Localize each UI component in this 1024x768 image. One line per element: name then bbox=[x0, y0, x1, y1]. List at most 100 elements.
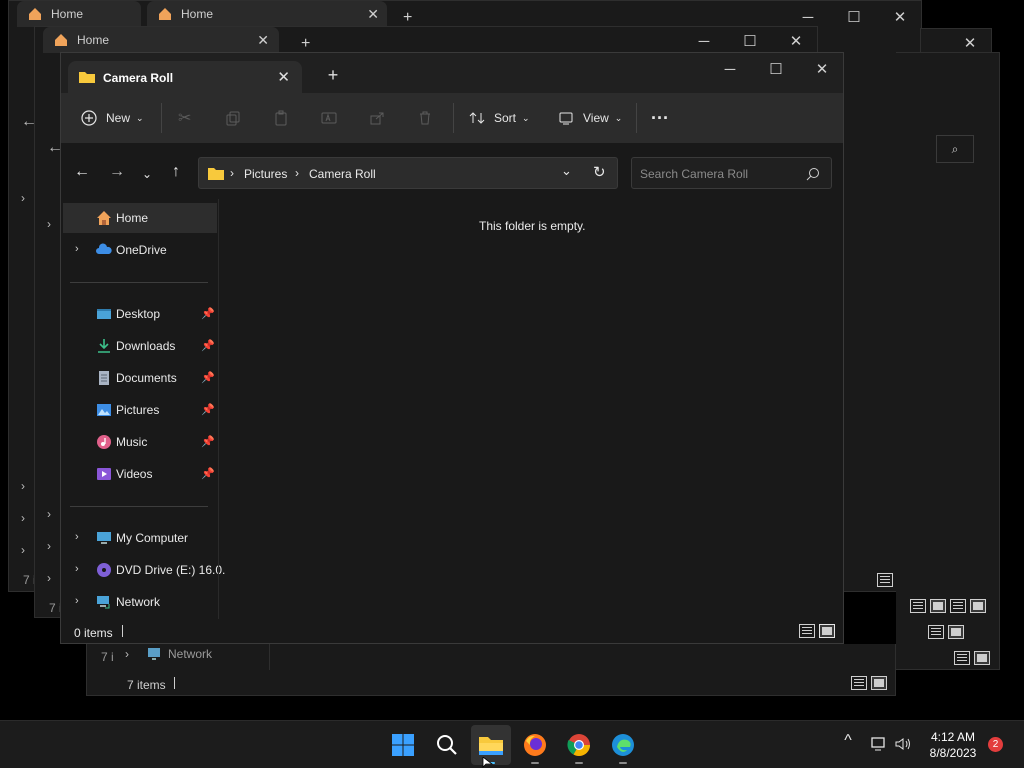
chevron-right-icon[interactable]: › bbox=[75, 531, 79, 543]
back-icon[interactable]: ← bbox=[71, 163, 93, 181]
chevron-right-icon[interactable]: › bbox=[21, 479, 25, 493]
details-view-icon[interactable] bbox=[910, 599, 926, 613]
close-tab-icon[interactable]: ✕ bbox=[277, 68, 290, 86]
maximize-button[interactable]: ☐ bbox=[831, 1, 877, 33]
rename-button[interactable] bbox=[321, 93, 337, 143]
minimize-button[interactable]: ─ bbox=[707, 53, 753, 85]
breadcrumb-camera-roll[interactable]: Camera Roll bbox=[309, 167, 376, 181]
chevron-right-icon[interactable]: › bbox=[47, 539, 51, 553]
more-options-button[interactable]: ··· bbox=[651, 93, 669, 143]
status-text: 7 items bbox=[127, 678, 166, 692]
status-divider bbox=[122, 625, 123, 637]
pin-icon[interactable]: 📌 bbox=[201, 435, 215, 448]
pin-icon[interactable]: 📌 bbox=[201, 339, 215, 352]
notification-badge[interactable]: 2 bbox=[988, 737, 1003, 752]
sidebar-item-videos[interactable]: Videos 📌 bbox=[63, 459, 217, 489]
tiles-view-icon[interactable] bbox=[970, 599, 986, 613]
firefox-taskbar-button[interactable] bbox=[515, 725, 555, 765]
recent-locations-icon[interactable]: ⌄ bbox=[136, 167, 158, 181]
details-view-icon[interactable] bbox=[928, 625, 944, 639]
sidebar-item-desktop[interactable]: Desktop 📌 bbox=[63, 299, 217, 329]
new-tab-icon[interactable]: + bbox=[403, 9, 412, 27]
new-tab-icon[interactable]: + bbox=[323, 65, 343, 86]
paste-button[interactable] bbox=[273, 93, 289, 143]
chevron-right-icon[interactable]: › bbox=[75, 243, 79, 255]
chevron-right-icon[interactable]: › bbox=[47, 507, 51, 521]
tiles-view-icon[interactable] bbox=[948, 625, 964, 639]
sidebar-item-home[interactable]: Home bbox=[63, 203, 217, 233]
sidebar-item-label: My Computer bbox=[116, 531, 189, 545]
chevron-right-icon[interactable]: › bbox=[21, 511, 25, 525]
chrome-taskbar-button[interactable] bbox=[559, 725, 599, 765]
cut-button[interactable]: ✂ bbox=[178, 93, 191, 143]
start-button[interactable] bbox=[383, 725, 423, 765]
chevron-down-icon[interactable]: ⌄ bbox=[561, 163, 572, 179]
volume-icon[interactable] bbox=[894, 736, 912, 752]
sidebar-item-my-computer[interactable]: › My Computer bbox=[63, 523, 217, 553]
breadcrumb-pictures[interactable]: Pictures bbox=[244, 167, 287, 181]
sidebar-item-music[interactable]: Music 📌 bbox=[63, 427, 217, 457]
tiles-view-icon[interactable] bbox=[930, 599, 946, 613]
show-hidden-icons-button[interactable]: ^ bbox=[838, 732, 858, 750]
tiles-view-icon[interactable] bbox=[974, 651, 990, 665]
folder-icon bbox=[479, 737, 503, 755]
address-bar[interactable]: › Pictures › Camera Roll ⌄ ↻ bbox=[198, 157, 618, 189]
chevron-right-icon[interactable]: › bbox=[21, 191, 25, 205]
details-view-icon[interactable] bbox=[851, 676, 867, 690]
content-area[interactable]: This folder is empty. bbox=[219, 205, 843, 619]
chevron-right-icon[interactable]: › bbox=[47, 217, 51, 231]
new-button[interactable]: New ⌄ bbox=[81, 93, 144, 143]
sidebar-item-pictures[interactable]: Pictures 📌 bbox=[63, 395, 217, 425]
up-icon[interactable]: ↑ bbox=[165, 163, 187, 181]
search-button[interactable] bbox=[427, 725, 467, 765]
plus-circle-icon bbox=[81, 110, 97, 126]
view-button-label: View bbox=[583, 111, 609, 125]
new-tab-icon[interactable]: + bbox=[301, 35, 310, 53]
close-icon[interactable]: ✕ bbox=[367, 6, 379, 23]
search-button[interactable]: ⌕ bbox=[936, 135, 974, 163]
chevron-right-icon[interactable]: › bbox=[125, 647, 129, 661]
background-tab[interactable]: Home bbox=[17, 1, 141, 27]
close-button[interactable]: ✕ bbox=[799, 53, 845, 85]
details-view-icon[interactable] bbox=[877, 573, 893, 587]
chevron-right-icon[interactable]: › bbox=[21, 543, 25, 557]
sidebar-item-downloads[interactable]: Downloads 📌 bbox=[63, 331, 217, 361]
details-view-icon[interactable] bbox=[954, 651, 970, 665]
pin-icon[interactable]: 📌 bbox=[201, 371, 215, 384]
sidebar-item-network[interactable]: › Network bbox=[63, 587, 217, 617]
sidebar-item-label[interactable]: Network bbox=[168, 647, 212, 661]
sidebar-item-documents[interactable]: Documents 📌 bbox=[63, 363, 217, 393]
details-view-icon[interactable] bbox=[799, 624, 815, 638]
chevron-right-icon[interactable]: › bbox=[75, 595, 79, 607]
forward-icon[interactable]: → bbox=[106, 163, 128, 181]
sidebar-item-dvd-drive[interactable]: › DVD Drive (E:) 16.0. bbox=[63, 555, 225, 585]
pin-icon[interactable]: 📌 bbox=[201, 467, 215, 480]
background-tab[interactable]: Home ✕ bbox=[147, 1, 387, 27]
close-icon[interactable]: ✕ bbox=[257, 32, 269, 49]
tiles-view-icon[interactable] bbox=[819, 624, 835, 638]
tab-camera-roll[interactable]: Camera Roll ✕ bbox=[68, 61, 302, 93]
sidebar-item-onedrive[interactable]: › OneDrive bbox=[63, 235, 217, 265]
pin-icon[interactable]: 📌 bbox=[201, 307, 215, 320]
chevron-right-icon[interactable]: › bbox=[75, 563, 79, 575]
details-view-icon[interactable] bbox=[950, 599, 966, 613]
view-button[interactable]: View ⌄ bbox=[558, 93, 622, 143]
running-indicator bbox=[531, 762, 539, 764]
tiles-view-icon[interactable] bbox=[871, 676, 887, 690]
share-button[interactable] bbox=[369, 93, 385, 143]
clock[interactable]: 4:12 AM 8/8/2023 bbox=[922, 729, 984, 761]
background-tab[interactable]: Home ✕ bbox=[43, 27, 279, 53]
delete-button[interactable] bbox=[417, 93, 433, 143]
share-icon bbox=[370, 112, 384, 125]
close-button[interactable]: ✕ bbox=[877, 1, 923, 33]
chevron-right-icon[interactable]: › bbox=[47, 571, 51, 585]
edge-taskbar-button[interactable] bbox=[603, 725, 643, 765]
sort-button[interactable]: Sort ⌄ bbox=[469, 93, 530, 143]
refresh-icon[interactable]: ↻ bbox=[593, 163, 606, 181]
maximize-button[interactable]: ☐ bbox=[753, 53, 799, 85]
pin-icon[interactable]: 📌 bbox=[201, 403, 215, 416]
network-status-icon[interactable] bbox=[870, 736, 888, 752]
view-buttons bbox=[799, 624, 835, 638]
search-input[interactable]: Search Camera Roll bbox=[631, 157, 832, 189]
copy-button[interactable] bbox=[225, 93, 241, 143]
